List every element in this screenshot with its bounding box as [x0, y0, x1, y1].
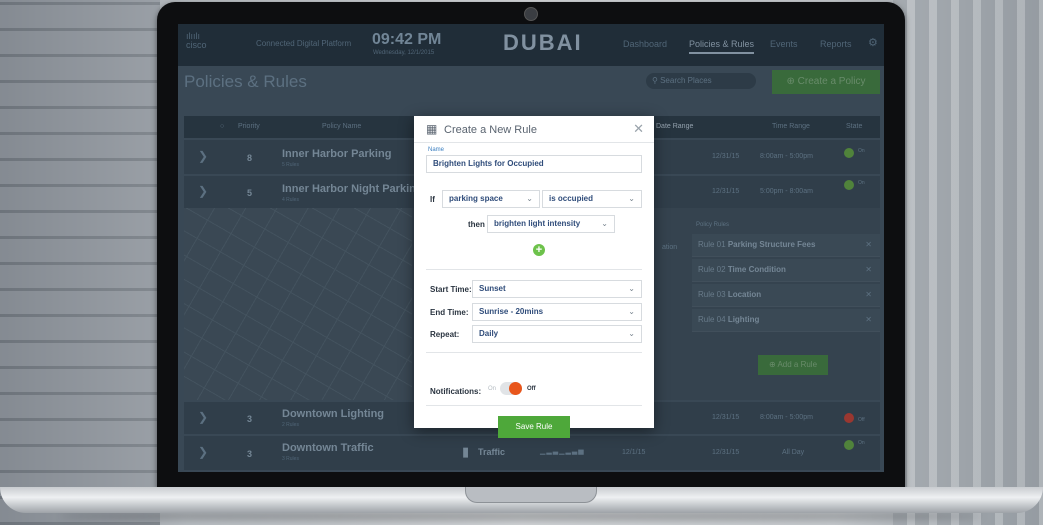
repeat-value: Daily — [479, 329, 499, 338]
modal-title: Create a New Rule — [444, 124, 537, 136]
background-building-right — [893, 0, 1043, 525]
chevron-down-icon: ⌄ — [628, 194, 635, 203]
end-time-value: Sunrise - 20mins — [479, 307, 544, 316]
toggle-off-label: Off — [527, 386, 536, 392]
then-label: then — [468, 220, 485, 229]
close-icon[interactable]: ✕ — [633, 121, 644, 137]
camera-icon — [524, 7, 538, 21]
then-action-select[interactable]: brighten light intensity ⌄ — [487, 215, 615, 233]
if-condition-select[interactable]: is occupied ⌄ — [542, 190, 642, 208]
chevron-down-icon: ⌄ — [601, 219, 608, 228]
toggle-knob — [509, 382, 522, 395]
create-rule-modal: ▦ Create a New Rule ✕ Name Brighten Ligh… — [414, 116, 654, 438]
divider — [426, 352, 642, 353]
repeat-select[interactable]: Daily ⌄ — [472, 325, 642, 343]
chevron-down-icon: ⌄ — [628, 329, 635, 338]
modal-header: ▦ Create a New Rule ✕ — [414, 116, 654, 143]
end-time-label: End Time: — [430, 308, 469, 317]
chevron-down-icon: ⌄ — [526, 194, 533, 203]
divider — [426, 405, 642, 406]
laptop-notch — [465, 487, 597, 503]
then-action-value: brighten light intensity — [494, 219, 581, 228]
background-building-left — [0, 0, 160, 525]
name-label: Name — [428, 147, 445, 153]
rule-grid-icon: ▦ — [426, 122, 438, 136]
chevron-down-icon: ⌄ — [628, 307, 635, 316]
end-time-select[interactable]: Sunrise - 20mins ⌄ — [472, 303, 642, 321]
chevron-down-icon: ⌄ — [628, 284, 635, 293]
save-rule-button[interactable]: Save Rule — [498, 416, 570, 438]
divider — [426, 269, 642, 270]
if-condition-value: is occupied — [549, 194, 594, 203]
start-time-select[interactable]: Sunset ⌄ — [472, 280, 642, 298]
start-time-label: Start Time: — [430, 285, 472, 294]
start-time-value: Sunset — [479, 284, 506, 293]
toggle-on-label: On — [488, 386, 497, 392]
notifications-toggle[interactable] — [500, 382, 522, 395]
if-label: If — [430, 195, 435, 204]
repeat-label: Repeat: — [430, 330, 460, 339]
rule-name-input[interactable]: Brighten Lights for Occupied — [426, 155, 642, 173]
add-condition-button[interactable]: + — [533, 244, 545, 256]
notifications-label: Notifications: — [430, 387, 482, 396]
laptop-screen: ılıılı cisco Connected Digital Platform … — [178, 24, 884, 472]
if-subject-value: parking space — [449, 194, 503, 203]
if-subject-select[interactable]: parking space ⌄ — [442, 190, 540, 208]
